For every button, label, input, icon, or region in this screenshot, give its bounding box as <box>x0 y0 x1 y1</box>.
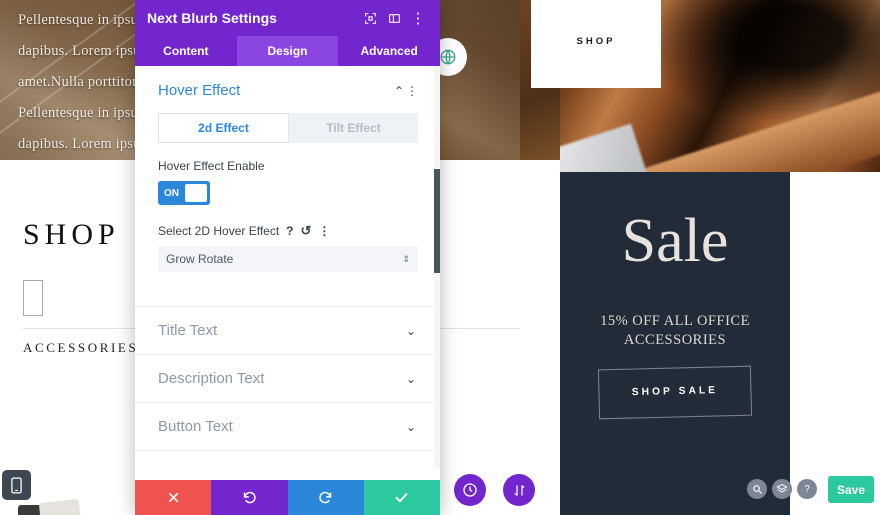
hover-effect-enable-label: Hover Effect Enable <box>158 159 265 173</box>
effect-type-segmented-control: 2d Effect Tilt Effect <box>158 113 418 143</box>
save-button[interactable] <box>363 480 440 515</box>
select-2d-hover-effect[interactable]: Grow Rotate ⇕ <box>158 246 418 272</box>
section-button-icon-label: Button Icon <box>158 466 404 468</box>
page-fill <box>790 172 880 515</box>
tab-content[interactable]: Content <box>135 36 237 66</box>
section-title-text[interactable]: Title Text ⌄ <box>135 306 440 354</box>
select-2d-hover-effect-label-row: Select 2D Hover Effect ? ↺ ⋮ <box>158 223 418 239</box>
chevron-updown-icon: ⇕ <box>402 253 410 264</box>
shop-card-label: SHOP <box>576 36 616 47</box>
chevron-down-icon[interactable]: ⌄ <box>404 372 418 386</box>
toggle-state-label: ON <box>164 187 179 199</box>
hover-effect-section: Hover Effect ⌃ ⋮ 2d Effect Tilt Effect H… <box>135 66 440 272</box>
help-button[interactable]: ? <box>797 479 817 499</box>
hover-effect-enable-toggle[interactable]: ON <box>158 181 210 205</box>
history-button[interactable] <box>454 474 486 506</box>
chevron-down-icon[interactable]: ⌄ <box>404 324 418 338</box>
help-icon[interactable]: ? <box>286 224 293 238</box>
hover-effect-header[interactable]: Hover Effect ⌃ ⋮ <box>158 82 418 99</box>
blurb-icon-placeholder <box>23 280 43 316</box>
modal-header: Next Blurb Settings ⋮ <box>135 0 440 36</box>
modal-title: Next Blurb Settings <box>147 10 277 26</box>
section-button-text[interactable]: Button Text ⌄ <box>135 402 440 450</box>
shop-card[interactable]: SHOP <box>531 0 661 88</box>
chevron-up-icon[interactable]: ⌃ <box>392 84 406 98</box>
hover-effect-title: Hover Effect <box>158 82 241 99</box>
modal-tabs: Content Design Advanced <box>135 36 440 66</box>
select-2d-hover-effect-value: Grow Rotate <box>166 252 234 266</box>
tab-design[interactable]: Design <box>236 36 339 66</box>
shop-sale-button-label: SHOP SALE <box>631 384 719 399</box>
focus-icon[interactable] <box>360 8 380 28</box>
sale-panel: Sale 15% OFF ALL OFFICE ACCESSORIES SHOP… <box>560 172 790 515</box>
cancel-button[interactable] <box>135 480 212 515</box>
sale-subtitle: 15% OFF ALL OFFICE ACCESSORIES <box>600 313 750 348</box>
toggle-knob <box>185 184 207 202</box>
modal-footer <box>135 480 440 515</box>
buckle-light <box>38 498 82 515</box>
shop-subheading: ACCESSORIES <box>23 340 139 355</box>
settings-modal: Next Blurb Settings ⋮ Content Design Adv… <box>135 0 440 515</box>
shop-heading: SHOP <box>23 218 120 251</box>
blurb-icon-glyph <box>24 281 42 283</box>
scrollbar-track[interactable] <box>434 66 440 468</box>
select-2d-hover-effect-label: Select 2D Hover Effect <box>158 224 280 238</box>
section-description-text-label: Description Text <box>158 370 265 387</box>
chevron-down-icon[interactable]: ⌄ <box>404 420 418 434</box>
section-description-text[interactable]: Description Text ⌄ <box>135 354 440 402</box>
section-menu-icon[interactable]: ⋮ <box>406 84 418 98</box>
layout-panel-icon[interactable] <box>384 8 404 28</box>
section-title-text-label: Title Text <box>158 322 218 339</box>
mobile-preview-button[interactable] <box>2 470 31 500</box>
segment-tilt-effect[interactable]: Tilt Effect <box>289 113 418 143</box>
section-button-text-label: Button Text <box>158 418 233 435</box>
segment-2d-effect[interactable]: 2d Effect <box>158 113 289 143</box>
layers-button[interactable] <box>772 479 792 499</box>
section-button-icon[interactable]: Button Icon ⌄ <box>135 450 440 468</box>
sale-title: Sale <box>621 207 729 275</box>
scrollbar-thumb[interactable] <box>434 169 440 273</box>
sort-button[interactable] <box>503 474 535 506</box>
zoom-button[interactable] <box>747 479 767 499</box>
undo-button[interactable] <box>211 480 288 515</box>
photo-highlight <box>560 123 649 172</box>
website-preview: Pellentesque in ipsum id orci porta dapi… <box>0 0 880 515</box>
shop-sale-button[interactable]: SHOP SALE <box>597 365 753 420</box>
modal-body: Hover Effect ⌃ ⋮ 2d Effect Tilt Effect H… <box>135 66 440 468</box>
overflow-menu-icon[interactable]: ⋮ <box>408 8 428 28</box>
field-menu-icon[interactable]: ⋮ <box>318 224 330 238</box>
save-button[interactable]: Save <box>828 476 874 503</box>
tab-advanced[interactable]: Advanced <box>338 36 440 66</box>
reset-icon[interactable]: ↺ <box>301 223 312 239</box>
footer-spacer <box>135 468 440 480</box>
redo-button[interactable] <box>287 480 364 515</box>
chevron-down-icon[interactable]: ⌄ <box>404 468 418 469</box>
